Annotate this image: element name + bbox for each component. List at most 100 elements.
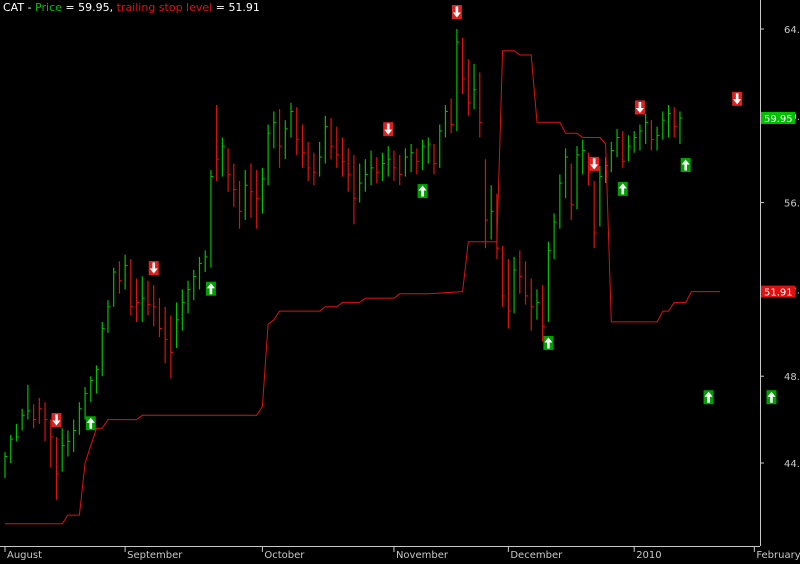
price-bar bbox=[38, 397, 42, 424]
price-bar bbox=[278, 109, 283, 168]
price-bar bbox=[73, 419, 77, 453]
price-bar bbox=[261, 167, 265, 214]
price-bar bbox=[519, 250, 523, 294]
price-bar bbox=[84, 387, 88, 420]
price-bar bbox=[347, 148, 351, 192]
price-bar bbox=[233, 163, 237, 207]
price-bar bbox=[404, 148, 408, 177]
price-bar bbox=[662, 111, 666, 140]
price-bar bbox=[124, 254, 128, 290]
price-bar bbox=[645, 113, 649, 145]
price-bar bbox=[490, 185, 494, 240]
price-bar bbox=[113, 267, 117, 307]
price-bar bbox=[21, 408, 25, 431]
price-bar bbox=[450, 98, 454, 134]
price-bar bbox=[479, 72, 483, 138]
x-tick-label: December bbox=[510, 550, 563, 561]
price-bar bbox=[141, 276, 145, 322]
price-bar bbox=[507, 259, 511, 329]
price-bar bbox=[473, 63, 477, 110]
price-bar bbox=[570, 163, 574, 220]
price-bar bbox=[4, 452, 8, 479]
price-bar bbox=[95, 365, 100, 394]
price-bar bbox=[324, 115, 328, 164]
price-bar bbox=[164, 306, 168, 364]
price-bar bbox=[256, 170, 260, 229]
price-bar bbox=[439, 124, 443, 168]
price-bar bbox=[359, 163, 363, 203]
x-tick-label: October bbox=[264, 550, 305, 561]
price-bar bbox=[181, 289, 185, 331]
price-bar bbox=[147, 280, 151, 316]
price-bar bbox=[679, 111, 683, 145]
price-bar bbox=[210, 170, 214, 268]
price-bar bbox=[427, 137, 431, 164]
price-bar bbox=[353, 154, 357, 225]
price-bar bbox=[313, 152, 317, 186]
price-bar bbox=[267, 124, 271, 186]
price-bar bbox=[542, 285, 546, 342]
price-bar bbox=[524, 261, 529, 305]
price-bar bbox=[61, 428, 65, 472]
price-bar bbox=[284, 120, 288, 160]
svg-text:59.95: 59.95 bbox=[764, 114, 793, 125]
price-bar bbox=[227, 148, 231, 192]
price-bar bbox=[599, 165, 603, 227]
price-bar bbox=[273, 111, 277, 149]
price-bar bbox=[622, 130, 626, 168]
x-tick-label: February bbox=[756, 550, 800, 561]
price-bar bbox=[67, 430, 71, 457]
buy-arrow-icon bbox=[417, 184, 428, 199]
trailing-stop-line bbox=[5, 50, 720, 525]
price-bar bbox=[444, 104, 448, 138]
price-bar bbox=[176, 302, 180, 348]
sell-arrow-icon bbox=[589, 156, 600, 171]
price-bar bbox=[547, 241, 551, 322]
price-bar bbox=[193, 269, 197, 301]
price-bar bbox=[216, 104, 220, 181]
price-bar bbox=[667, 104, 672, 138]
buy-arrow-icon bbox=[205, 281, 216, 296]
price-bar bbox=[462, 37, 466, 95]
sell-arrow-icon bbox=[148, 261, 159, 276]
price-bar bbox=[381, 152, 386, 181]
price-bar bbox=[399, 154, 403, 186]
price-bar bbox=[221, 137, 225, 177]
price-bar bbox=[170, 315, 174, 379]
price-bar bbox=[639, 124, 643, 151]
price-bar bbox=[250, 163, 254, 218]
price-bar bbox=[582, 139, 586, 175]
price-bar bbox=[467, 59, 471, 116]
price-bar bbox=[32, 404, 37, 429]
price-bar bbox=[416, 148, 420, 175]
price-bar bbox=[204, 250, 208, 273]
price-bar bbox=[553, 213, 557, 260]
plot-area bbox=[4, 5, 777, 525]
price-bar bbox=[650, 120, 654, 151]
price-bar bbox=[616, 128, 620, 158]
price-bar bbox=[502, 246, 506, 307]
price-bar bbox=[118, 261, 122, 294]
price-bar bbox=[307, 141, 311, 181]
buy-arrow-icon bbox=[85, 416, 96, 431]
price-bar bbox=[244, 170, 248, 220]
y-tick-label: 44.0 bbox=[784, 459, 800, 470]
price-bar bbox=[370, 150, 374, 186]
price-bar bbox=[187, 280, 191, 314]
price-bar bbox=[513, 256, 517, 314]
price-bar bbox=[319, 141, 323, 177]
price-bar bbox=[387, 146, 391, 177]
price-bar bbox=[530, 278, 534, 331]
x-tick-label: 2010 bbox=[636, 550, 661, 561]
price-bar bbox=[633, 130, 637, 153]
y-tick-label: 56.0 bbox=[784, 199, 800, 210]
x-tick-label: August bbox=[7, 550, 42, 561]
price-chart[interactable]: 64.060.056.052.048.044.0AugustSeptemberO… bbox=[0, 0, 800, 564]
price-bar bbox=[101, 321, 105, 377]
price-bar bbox=[559, 174, 563, 229]
sell-arrow-icon bbox=[451, 5, 462, 19]
price-bar bbox=[158, 298, 162, 338]
price-bar bbox=[564, 148, 569, 199]
x-tick-label: November bbox=[396, 550, 449, 561]
price-bar bbox=[135, 278, 140, 322]
